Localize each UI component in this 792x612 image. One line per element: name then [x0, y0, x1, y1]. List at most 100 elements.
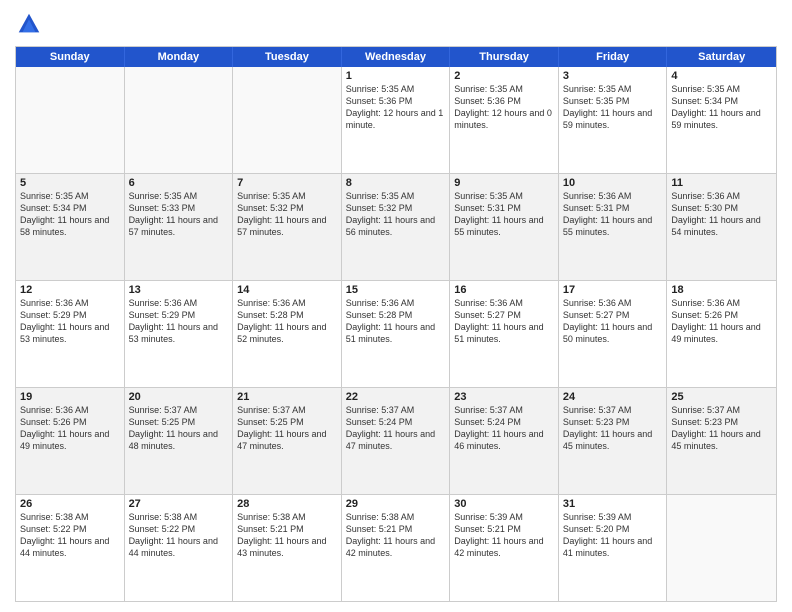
calendar-cell-1: 1Sunrise: 5:35 AM Sunset: 5:36 PM Daylig…	[342, 67, 451, 173]
day-number: 10	[563, 177, 663, 189]
cell-text: Sunrise: 5:36 AM Sunset: 5:29 PM Dayligh…	[20, 297, 120, 346]
calendar-cell-21: 21Sunrise: 5:37 AM Sunset: 5:25 PM Dayli…	[233, 388, 342, 494]
header-day-friday: Friday	[559, 47, 668, 67]
day-number: 28	[237, 498, 337, 510]
day-number: 5	[20, 177, 120, 189]
calendar-cell-30: 30Sunrise: 5:39 AM Sunset: 5:21 PM Dayli…	[450, 495, 559, 601]
day-number: 27	[129, 498, 229, 510]
calendar-row-3: 19Sunrise: 5:36 AM Sunset: 5:26 PM Dayli…	[16, 387, 776, 494]
cell-text: Sunrise: 5:35 AM Sunset: 5:32 PM Dayligh…	[346, 190, 446, 239]
cell-text: Sunrise: 5:36 AM Sunset: 5:28 PM Dayligh…	[346, 297, 446, 346]
header-day-wednesday: Wednesday	[342, 47, 451, 67]
logo	[15, 10, 47, 38]
day-number: 8	[346, 177, 446, 189]
page: SundayMondayTuesdayWednesdayThursdayFrid…	[0, 0, 792, 612]
day-number: 22	[346, 391, 446, 403]
day-number: 16	[454, 284, 554, 296]
calendar-cell-9: 9Sunrise: 5:35 AM Sunset: 5:31 PM Daylig…	[450, 174, 559, 280]
cell-text: Sunrise: 5:36 AM Sunset: 5:27 PM Dayligh…	[454, 297, 554, 346]
day-number: 30	[454, 498, 554, 510]
cell-text: Sunrise: 5:38 AM Sunset: 5:21 PM Dayligh…	[237, 511, 337, 560]
cell-text: Sunrise: 5:35 AM Sunset: 5:36 PM Dayligh…	[346, 83, 446, 132]
calendar-cell-24: 24Sunrise: 5:37 AM Sunset: 5:23 PM Dayli…	[559, 388, 668, 494]
calendar-cell-18: 18Sunrise: 5:36 AM Sunset: 5:26 PM Dayli…	[667, 281, 776, 387]
day-number: 15	[346, 284, 446, 296]
calendar-cell-7: 7Sunrise: 5:35 AM Sunset: 5:32 PM Daylig…	[233, 174, 342, 280]
cell-text: Sunrise: 5:35 AM Sunset: 5:34 PM Dayligh…	[671, 83, 772, 132]
cell-text: Sunrise: 5:39 AM Sunset: 5:21 PM Dayligh…	[454, 511, 554, 560]
cell-text: Sunrise: 5:36 AM Sunset: 5:26 PM Dayligh…	[671, 297, 772, 346]
calendar-row-4: 26Sunrise: 5:38 AM Sunset: 5:22 PM Dayli…	[16, 494, 776, 601]
day-number: 23	[454, 391, 554, 403]
cell-text: Sunrise: 5:35 AM Sunset: 5:32 PM Dayligh…	[237, 190, 337, 239]
calendar-cell-5: 5Sunrise: 5:35 AM Sunset: 5:34 PM Daylig…	[16, 174, 125, 280]
day-number: 17	[563, 284, 663, 296]
header	[15, 10, 777, 38]
day-number: 25	[671, 391, 772, 403]
cell-text: Sunrise: 5:36 AM Sunset: 5:26 PM Dayligh…	[20, 404, 120, 453]
calendar-cell-27: 27Sunrise: 5:38 AM Sunset: 5:22 PM Dayli…	[125, 495, 234, 601]
calendar-cell-28: 28Sunrise: 5:38 AM Sunset: 5:21 PM Dayli…	[233, 495, 342, 601]
cell-text: Sunrise: 5:36 AM Sunset: 5:29 PM Dayligh…	[129, 297, 229, 346]
cell-text: Sunrise: 5:35 AM Sunset: 5:31 PM Dayligh…	[454, 190, 554, 239]
cell-text: Sunrise: 5:37 AM Sunset: 5:24 PM Dayligh…	[454, 404, 554, 453]
day-number: 1	[346, 70, 446, 82]
calendar-cell-19: 19Sunrise: 5:36 AM Sunset: 5:26 PM Dayli…	[16, 388, 125, 494]
calendar-cell-empty-0-1	[125, 67, 234, 173]
cell-text: Sunrise: 5:35 AM Sunset: 5:35 PM Dayligh…	[563, 83, 663, 132]
header-day-sunday: Sunday	[16, 47, 125, 67]
header-day-saturday: Saturday	[667, 47, 776, 67]
calendar-header: SundayMondayTuesdayWednesdayThursdayFrid…	[16, 47, 776, 67]
day-number: 26	[20, 498, 120, 510]
day-number: 20	[129, 391, 229, 403]
cell-text: Sunrise: 5:39 AM Sunset: 5:20 PM Dayligh…	[563, 511, 663, 560]
calendar-cell-15: 15Sunrise: 5:36 AM Sunset: 5:28 PM Dayli…	[342, 281, 451, 387]
day-number: 21	[237, 391, 337, 403]
calendar-cell-23: 23Sunrise: 5:37 AM Sunset: 5:24 PM Dayli…	[450, 388, 559, 494]
cell-text: Sunrise: 5:35 AM Sunset: 5:36 PM Dayligh…	[454, 83, 554, 132]
calendar: SundayMondayTuesdayWednesdayThursdayFrid…	[15, 46, 777, 602]
header-day-tuesday: Tuesday	[233, 47, 342, 67]
cell-text: Sunrise: 5:38 AM Sunset: 5:22 PM Dayligh…	[129, 511, 229, 560]
day-number: 13	[129, 284, 229, 296]
calendar-cell-31: 31Sunrise: 5:39 AM Sunset: 5:20 PM Dayli…	[559, 495, 668, 601]
cell-text: Sunrise: 5:35 AM Sunset: 5:33 PM Dayligh…	[129, 190, 229, 239]
header-day-monday: Monday	[125, 47, 234, 67]
day-number: 9	[454, 177, 554, 189]
calendar-cell-empty-4-6	[667, 495, 776, 601]
calendar-row-2: 12Sunrise: 5:36 AM Sunset: 5:29 PM Dayli…	[16, 280, 776, 387]
calendar-cell-25: 25Sunrise: 5:37 AM Sunset: 5:23 PM Dayli…	[667, 388, 776, 494]
day-number: 3	[563, 70, 663, 82]
day-number: 31	[563, 498, 663, 510]
day-number: 19	[20, 391, 120, 403]
calendar-cell-4: 4Sunrise: 5:35 AM Sunset: 5:34 PM Daylig…	[667, 67, 776, 173]
calendar-cell-14: 14Sunrise: 5:36 AM Sunset: 5:28 PM Dayli…	[233, 281, 342, 387]
logo-icon	[15, 10, 43, 38]
header-day-thursday: Thursday	[450, 47, 559, 67]
calendar-row-0: 1Sunrise: 5:35 AM Sunset: 5:36 PM Daylig…	[16, 67, 776, 173]
calendar-cell-29: 29Sunrise: 5:38 AM Sunset: 5:21 PM Dayli…	[342, 495, 451, 601]
calendar-cell-12: 12Sunrise: 5:36 AM Sunset: 5:29 PM Dayli…	[16, 281, 125, 387]
calendar-cell-10: 10Sunrise: 5:36 AM Sunset: 5:31 PM Dayli…	[559, 174, 668, 280]
day-number: 12	[20, 284, 120, 296]
calendar-cell-26: 26Sunrise: 5:38 AM Sunset: 5:22 PM Dayli…	[16, 495, 125, 601]
calendar-cell-20: 20Sunrise: 5:37 AM Sunset: 5:25 PM Dayli…	[125, 388, 234, 494]
calendar-cell-8: 8Sunrise: 5:35 AM Sunset: 5:32 PM Daylig…	[342, 174, 451, 280]
calendar-cell-22: 22Sunrise: 5:37 AM Sunset: 5:24 PM Dayli…	[342, 388, 451, 494]
calendar-body: 1Sunrise: 5:35 AM Sunset: 5:36 PM Daylig…	[16, 67, 776, 601]
calendar-cell-6: 6Sunrise: 5:35 AM Sunset: 5:33 PM Daylig…	[125, 174, 234, 280]
calendar-cell-3: 3Sunrise: 5:35 AM Sunset: 5:35 PM Daylig…	[559, 67, 668, 173]
day-number: 2	[454, 70, 554, 82]
cell-text: Sunrise: 5:37 AM Sunset: 5:25 PM Dayligh…	[129, 404, 229, 453]
cell-text: Sunrise: 5:36 AM Sunset: 5:31 PM Dayligh…	[563, 190, 663, 239]
calendar-cell-empty-0-0	[16, 67, 125, 173]
cell-text: Sunrise: 5:37 AM Sunset: 5:24 PM Dayligh…	[346, 404, 446, 453]
day-number: 4	[671, 70, 772, 82]
cell-text: Sunrise: 5:38 AM Sunset: 5:22 PM Dayligh…	[20, 511, 120, 560]
calendar-cell-16: 16Sunrise: 5:36 AM Sunset: 5:27 PM Dayli…	[450, 281, 559, 387]
day-number: 29	[346, 498, 446, 510]
cell-text: Sunrise: 5:37 AM Sunset: 5:23 PM Dayligh…	[563, 404, 663, 453]
day-number: 14	[237, 284, 337, 296]
day-number: 6	[129, 177, 229, 189]
cell-text: Sunrise: 5:36 AM Sunset: 5:27 PM Dayligh…	[563, 297, 663, 346]
